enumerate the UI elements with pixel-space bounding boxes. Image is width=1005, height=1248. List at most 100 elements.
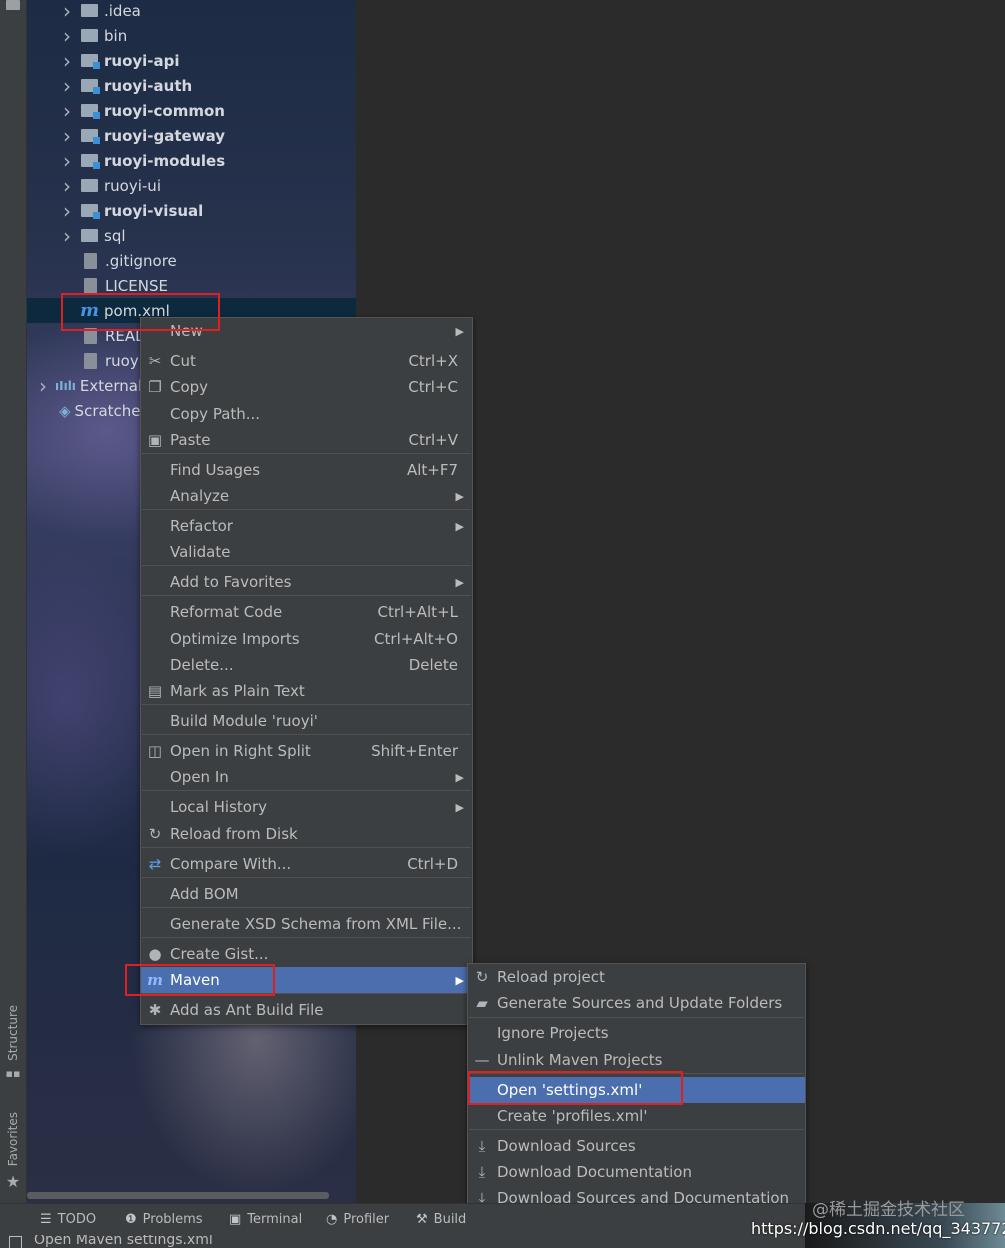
menu-item-paste[interactable]: ▣ Paste Ctrl+V	[141, 427, 472, 453]
menu-item-label: Maven	[170, 971, 220, 989]
menu-item-label: Optimize Imports	[170, 630, 300, 648]
tree-item-label: ruoyi-modules	[104, 151, 226, 170]
tree-item-label: .idea	[104, 1, 141, 20]
expand-arrow-icon[interactable]: ›	[59, 124, 75, 148]
tree-item-scratche[interactable]: ◈ Scratche	[27, 398, 141, 423]
menu-item-generate-xsd-schema-from-xml-file[interactable]: Generate XSD Schema from XML File...	[141, 911, 472, 937]
horizontal-scrollbar[interactable]	[27, 1192, 329, 1199]
status-checkbox-icon[interactable]	[9, 1236, 22, 1248]
menu-item-mark-as-plain-text[interactable]: ▤ Mark as Plain Text	[141, 678, 472, 704]
tree-item-external[interactable]: › ıIılı External	[27, 373, 142, 398]
bottom-tab-profiler[interactable]: ◔ Profiler	[326, 1212, 389, 1227]
menu-item-add-to-favorites[interactable]: Add to Favorites ▶	[141, 569, 472, 595]
bottom-tab-problems[interactable]: ❶ Problems	[125, 1212, 203, 1227]
project-tool-icon[interactable]	[6, 0, 20, 10]
menu-item-validate[interactable]: Validate	[141, 539, 472, 565]
tree-item-label: ruoyi	[105, 351, 143, 370]
bottom-tab-terminal[interactable]: ▣ Terminal	[229, 1212, 302, 1227]
expand-arrow-icon[interactable]: ›	[59, 49, 75, 73]
submenu-item-create-profiles-xml[interactable]: Create 'profiles.xml'	[468, 1103, 805, 1129]
submenu-item-download-documentation[interactable]: ⤓ Download Documentation	[468, 1159, 805, 1185]
menu-item-open-in[interactable]: Open In ▶	[141, 764, 472, 790]
menu-item-maven[interactable]: m Maven ▶	[141, 967, 472, 993]
menu-item-label: Cut	[170, 352, 196, 370]
menu-item-optimize-imports[interactable]: Optimize Imports Ctrl+Alt+O	[141, 626, 472, 652]
menu-item-reformat-code[interactable]: Reformat Code Ctrl+Alt+L	[141, 599, 472, 625]
build-icon: ⚒	[416, 1212, 428, 1227]
reload-icon: ↻	[475, 968, 489, 986]
submenu-item-download-sources[interactable]: ⤓ Download Sources	[468, 1133, 805, 1159]
folder-icon	[81, 179, 98, 192]
submenu-item-unlink-maven-projects[interactable]: — Unlink Maven Projects	[468, 1047, 805, 1073]
menu-item-copy-path[interactable]: Copy Path...	[141, 401, 472, 427]
menu-item-shortcut: Alt+F7	[406, 461, 458, 479]
menu-item-label: Refactor	[170, 517, 233, 535]
submenu-item-generate-sources-and-update-folders[interactable]: ▰ Generate Sources and Update Folders	[468, 990, 805, 1016]
menu-item-label: New	[170, 322, 203, 340]
expand-arrow-icon[interactable]: ›	[35, 374, 51, 398]
structure-tab[interactable]: Structure ▪▪	[4, 1005, 22, 1080]
maven-icon: m	[147, 971, 163, 989]
tree-item-ruoyi[interactable]: ruoyi	[27, 348, 143, 373]
menu-separator	[142, 877, 471, 878]
tree-item-ruoyi-auth[interactable]: › ruoyi-auth	[27, 73, 192, 98]
expand-arrow-icon[interactable]: ›	[59, 199, 75, 223]
expand-arrow-icon[interactable]: ›	[59, 74, 75, 98]
menu-item-label: Mark as Plain Text	[170, 682, 305, 700]
tree-item-bin[interactable]: › bin	[27, 23, 127, 48]
bottom-tab-build[interactable]: ⚒ Build	[416, 1212, 466, 1227]
star-icon: ★	[5, 1172, 21, 1192]
submenu-arrow-icon: ▶	[455, 519, 464, 533]
favorites-tab[interactable]: Favorites ★	[4, 1112, 22, 1191]
tree-item-idea[interactable]: › .idea	[27, 0, 141, 23]
menu-item-label: Add to Favorites	[170, 573, 292, 591]
expand-arrow-icon[interactable]: ›	[59, 24, 75, 48]
menu-separator	[142, 907, 471, 908]
menu-item-shortcut: Ctrl+D	[407, 855, 458, 873]
submenu-item-open-settings-xml[interactable]: Open 'settings.xml'	[468, 1077, 805, 1103]
menu-item-find-usages[interactable]: Find Usages Alt+F7	[141, 457, 472, 483]
plain-text-icon: ▤	[147, 682, 163, 700]
menu-separator	[142, 704, 471, 705]
expand-arrow-icon[interactable]: ›	[59, 149, 75, 173]
menu-item-refactor[interactable]: Refactor ▶	[141, 513, 472, 539]
menu-item-add-as-ant-build-file[interactable]: ✱ Add as Ant Build File	[141, 997, 472, 1023]
submenu-item-ignore-projects[interactable]: Ignore Projects	[468, 1020, 805, 1046]
submenu-arrow-icon: ▶	[455, 489, 464, 503]
tree-item-license[interactable]: LICENSE	[27, 273, 168, 298]
menu-item-new[interactable]: New ▶	[141, 318, 472, 344]
bottom-tab-todo[interactable]: ☰ TODO	[40, 1212, 96, 1227]
tree-item-label: ruoyi-gateway	[104, 126, 226, 145]
menu-item-compare-with[interactable]: ⇄ Compare With... Ctrl+D	[141, 851, 472, 877]
tree-item-ruoyi-gateway[interactable]: › ruoyi-gateway	[27, 123, 225, 148]
menu-item-create-gist[interactable]: ● Create Gist...	[141, 941, 472, 967]
menu-item-copy[interactable]: ❐ Copy Ctrl+C	[141, 374, 472, 400]
submenu-item-reload-project[interactable]: ↻ Reload project	[468, 964, 805, 990]
expand-arrow-icon[interactable]: ›	[59, 99, 75, 123]
menu-item-reload-from-disk[interactable]: ↻ Reload from Disk	[141, 821, 472, 847]
menu-item-delete[interactable]: Delete... Delete	[141, 652, 472, 678]
tree-item-ruoyi-modules[interactable]: › ruoyi-modules	[27, 148, 225, 173]
submenu-arrow-icon: ▶	[455, 575, 464, 589]
expand-arrow-icon[interactable]: ›	[59, 174, 75, 198]
menu-item-analyze[interactable]: Analyze ▶	[141, 483, 472, 509]
tree-item-ruoyi-ui[interactable]: › ruoyi-ui	[27, 173, 161, 198]
menu-item-open-in-right-split[interactable]: ◫ Open in Right Split Shift+Enter	[141, 738, 472, 764]
tree-item-real[interactable]: REAL	[27, 323, 144, 348]
tree-item-sql[interactable]: › sql	[27, 223, 126, 248]
menu-item-label: Local History	[170, 798, 268, 816]
menu-item-add-bom[interactable]: Add BOM	[141, 881, 472, 907]
tree-item-gitignore[interactable]: .gitignore	[27, 248, 177, 273]
tree-item-ruoyi-common[interactable]: › ruoyi-common	[27, 98, 225, 123]
menu-separator	[142, 509, 471, 510]
expand-arrow-icon[interactable]: ›	[59, 0, 75, 23]
menu-item-cut[interactable]: ✂ Cut Ctrl+X	[141, 348, 472, 374]
compare-icon: ⇄	[148, 855, 162, 873]
menu-item-build-module-ruoyi[interactable]: Build Module 'ruoyi'	[141, 708, 472, 734]
menu-item-local-history[interactable]: Local History ▶	[141, 794, 472, 820]
menu-item-shortcut: Ctrl+V	[408, 431, 458, 449]
expand-arrow-icon[interactable]: ›	[59, 224, 75, 248]
tree-item-ruoyi-visual[interactable]: › ruoyi-visual	[27, 198, 203, 223]
generate-sources-icon: ▰	[476, 994, 488, 1012]
tree-item-ruoyi-api[interactable]: › ruoyi-api	[27, 48, 180, 73]
